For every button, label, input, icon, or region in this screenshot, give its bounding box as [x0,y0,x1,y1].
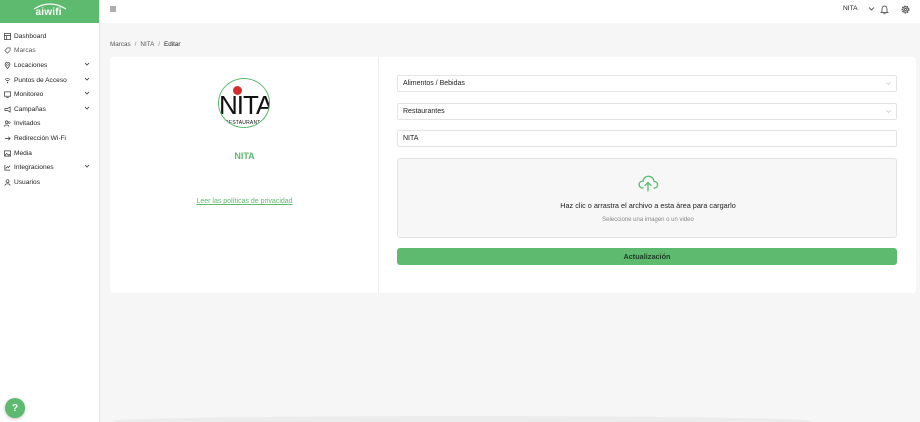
chevron-down-icon [84,106,90,110]
brand-selector-label: NITA [843,5,858,12]
sidebar-item-usuarios[interactable]: Usuarios [0,175,99,190]
chevron-down-icon [84,165,90,168]
sidebar-item-media[interactable]: Media [0,146,99,161]
bottom-shadow [112,416,812,422]
brand-edit-card: NITA RESTAURANT NITA Leer las políticas … [110,57,916,293]
breadcrumb-separator: / [134,41,137,48]
chevron-down-icon [886,110,891,113]
sidebar-item-locaciones[interactable]: Locaciones [0,58,99,73]
help-button[interactable]: ? [5,398,25,418]
sidebar-item-label: Invitados [14,120,41,128]
gear-icon[interactable] [900,4,911,15]
sidebar-item-label: Puntos de Acceso [14,76,67,84]
upload-hint: Seleccione una imagen o un video [602,217,694,223]
location-pin-icon [3,61,11,69]
sidebar-item-label: Dashboard [14,32,47,40]
sidebar-item-dashboard[interactable]: Dashboard [0,29,99,44]
redirect-icon [3,134,11,142]
integrations-icon [3,164,11,172]
sidebar-item-integraciones[interactable]: Integraciones [0,160,99,175]
megaphone-icon [3,105,11,113]
chevron-down-icon [84,92,90,95]
privacy-policy-link[interactable]: Leer las políticas de privacidad [110,198,379,205]
brand-name-input[interactable]: NITA [397,130,897,147]
breadcrumb-separator: / [158,41,161,48]
user-icon [3,178,11,186]
brand-preview-pane: NITA RESTAURANT NITA Leer las políticas … [110,57,379,293]
upload-title: Haz clic o arrastra el archivo a esta ár… [560,201,736,210]
chevron-down-icon [886,82,891,85]
sidebar-item-label: Redirección Wi-Fi [14,134,67,142]
sidebar: aiwifi Dashboard Marcas Locaciones Punto… [0,0,100,422]
sidebar-item-label: Usuarios [14,178,41,186]
brand-logo-word: NITA [219,90,270,120]
brand-logo-subtitle: RESTAURANT [225,120,261,126]
sidebar-item-puntos-de-acceso[interactable]: Puntos de Acceso [0,73,99,88]
brand-logo: NITA RESTAURANT [218,78,270,128]
brand-form: Alimentos / Bebidas Restaurantes NITA Ha… [397,57,897,293]
sidebar-nav: Dashboard Marcas Locaciones Puntos de Ac… [0,23,99,190]
category-select-value: Alimentos / Bebidas [403,80,465,87]
breadcrumb-nita[interactable]: NITA [140,41,154,48]
sidebar-item-label: Integraciones [14,164,54,172]
access-point-icon [3,76,11,84]
subcategory-select[interactable]: Restaurantes [397,103,897,120]
monitor-icon [3,91,11,99]
dashboard-icon [3,32,11,40]
chevron-down-icon [84,62,90,66]
subcategory-select-value: Restaurantes [403,108,445,115]
chevron-down-icon [84,77,90,81]
chevron-down-icon [868,7,874,11]
upload-dropzone[interactable]: Haz clic o arrastra el archivo a esta ár… [397,158,897,238]
aiwifi-logo[interactable]: aiwifi [30,2,70,22]
sidebar-item-invitados[interactable]: Invitados [0,117,99,132]
topbar: NITA [100,0,920,23]
category-select[interactable]: Alimentos / Bebidas [397,75,897,92]
sidebar-item-label: Marcas [14,47,36,55]
logo-area[interactable]: aiwifi [0,0,99,23]
sidebar-item-label: Locaciones [14,61,48,69]
cloud-upload-icon [638,175,659,192]
brand-icon [3,47,11,55]
sidebar-item-campanas[interactable]: Campañas [0,102,99,117]
update-button[interactable]: Actualización [397,248,897,265]
brand-name-input-value: NITA [403,135,419,142]
brand-selector[interactable]: NITA [843,5,875,12]
breadcrumb: Marcas / NITA / Editar [110,41,181,48]
logo-text: aiwifi [35,6,62,18]
sidebar-item-marcas[interactable]: Marcas [0,44,99,59]
sidebar-item-label: Media [14,149,32,157]
brand-name: NITA [234,151,255,161]
hamburger-menu-icon[interactable] [109,5,117,13]
users-icon [3,120,11,128]
sidebar-item-label: Campañas [14,105,46,113]
media-icon [3,149,11,157]
sidebar-item-monitoreo[interactable]: Monitoreo [0,87,99,102]
bell-icon[interactable] [880,5,889,15]
sidebar-item-label: Monitoreo [14,91,44,99]
breadcrumb-current: Editar [164,41,181,48]
sidebar-item-redireccion-wifi[interactable]: Redirección Wi-Fi [0,131,99,146]
breadcrumb-marcas[interactable]: Marcas [110,41,131,48]
